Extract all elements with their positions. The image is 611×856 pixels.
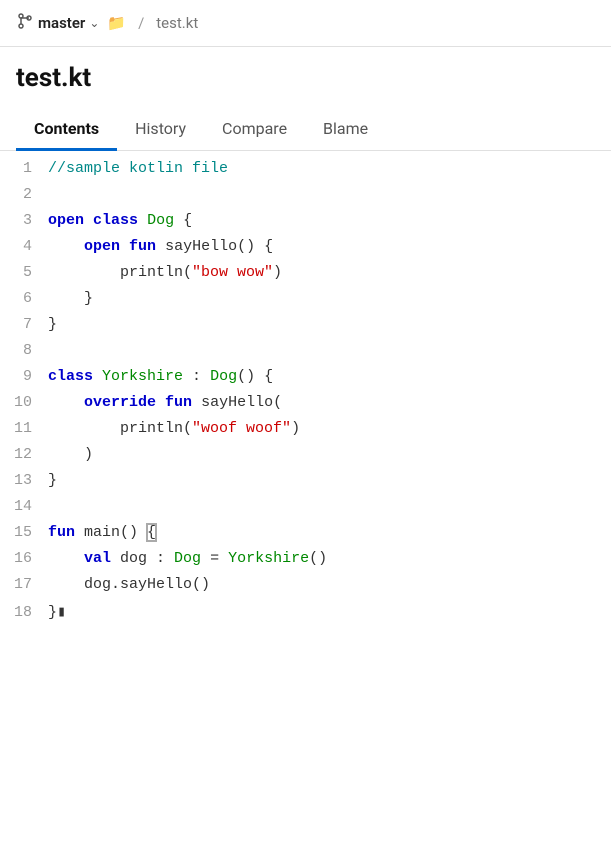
tabs-bar: Contents History Compare Blame [0,109,611,151]
line-content: override fun sayHello( [48,394,282,411]
line-number: 1 [0,160,48,177]
branch-selector[interactable]: master ⌄ [16,12,99,34]
code-line: 15 fun main() { [0,523,611,549]
line-content [48,498,57,515]
line-content: } [48,316,57,333]
code-line: 10 override fun sayHello( [0,393,611,419]
line-number: 13 [0,472,48,489]
line-content: println("bow wow") [48,264,282,281]
line-content: //sample kotlin file [48,160,228,177]
line-content: }▮ [48,602,66,621]
line-number: 5 [0,264,48,281]
code-line: 4 open fun sayHello() { [0,237,611,263]
code-line: 6 } [0,289,611,315]
page-title-area: test.kt [0,47,611,93]
chevron-down-icon: ⌄ [89,16,99,30]
code-line: 13 } [0,471,611,497]
code-line: 12 ) [0,445,611,471]
line-content [48,186,57,203]
line-content [48,342,57,359]
code-area: 1 //sample kotlin file 2 3 open class Do… [0,151,611,635]
line-number: 8 [0,342,48,359]
line-number: 3 [0,212,48,229]
branch-icon [16,12,34,34]
line-number: 7 [0,316,48,333]
line-content: open class Dog { [48,212,192,229]
line-number: 15 [0,524,48,541]
line-number: 9 [0,368,48,385]
code-line: 2 [0,185,611,211]
tab-history[interactable]: History [117,109,204,151]
line-content: dog.sayHello() [48,576,210,593]
line-content: open fun sayHello() { [48,238,273,255]
line-number: 10 [0,394,48,411]
code-line: 9 class Yorkshire : Dog() { [0,367,611,393]
line-number: 11 [0,420,48,437]
line-number: 2 [0,186,48,203]
line-content: class Yorkshire : Dog() { [48,368,273,385]
file-breadcrumb: test.kt [156,14,198,32]
line-content: } [48,290,93,307]
line-number: 14 [0,498,48,515]
code-line: 18 }▮ [0,601,611,627]
line-content: fun main() { [48,524,156,541]
line-number: 16 [0,550,48,567]
line-number: 17 [0,576,48,593]
code-line: 16 val dog : Dog = Yorkshire() [0,549,611,575]
branch-name: master [38,14,85,32]
line-number: 18 [0,604,48,621]
line-number: 12 [0,446,48,463]
line-content: println("woof woof") [48,420,300,437]
folder-icon: 📁 [107,14,126,32]
code-line: 7 } [0,315,611,341]
code-line: 14 [0,497,611,523]
code-line: 11 println("woof woof") [0,419,611,445]
code-line: 8 [0,341,611,367]
tab-compare[interactable]: Compare [204,109,305,151]
line-content: ) [48,446,93,463]
line-number: 4 [0,238,48,255]
line-content: } [48,472,57,489]
path-separator: / [138,14,144,32]
code-line: 3 open class Dog { [0,211,611,237]
code-line: 5 println("bow wow") [0,263,611,289]
tab-contents[interactable]: Contents [16,109,117,151]
code-line: 17 dog.sayHello() [0,575,611,601]
page-title: test.kt [16,63,595,93]
header-bar: master ⌄ 📁 / test.kt [0,0,611,47]
code-line: 1 //sample kotlin file [0,159,611,185]
line-number: 6 [0,290,48,307]
tab-blame[interactable]: Blame [305,109,386,151]
line-content: val dog : Dog = Yorkshire() [48,550,327,567]
